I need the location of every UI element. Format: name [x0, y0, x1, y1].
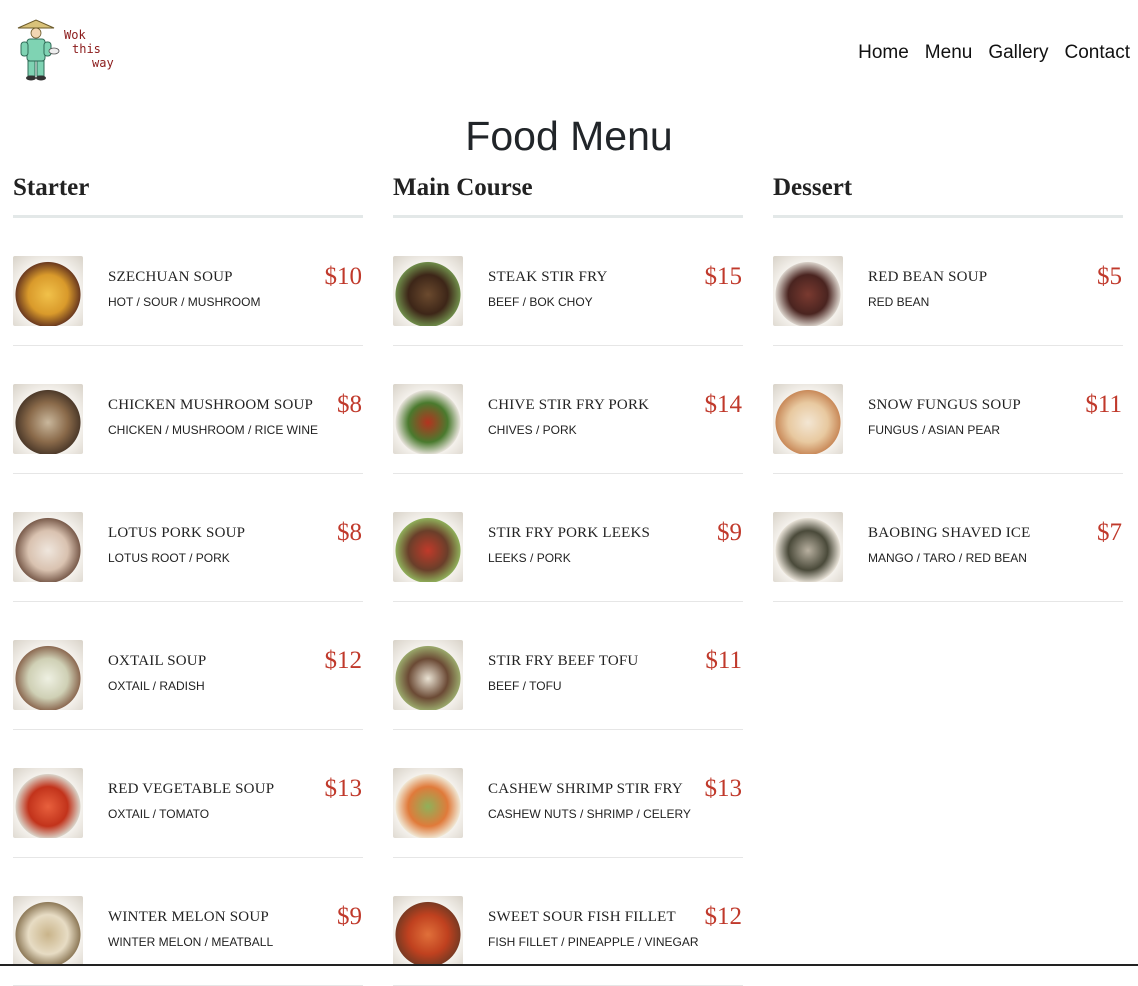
dish-photo [773, 384, 843, 454]
chef-figure-icon [17, 19, 60, 81]
dish-photo [13, 640, 83, 710]
dish-ingredients: MANGO / TARO / RED BEAN [868, 551, 1027, 565]
dish-price: $13 [324, 775, 363, 802]
dish-name: BAOBING SHAVED ICE [868, 525, 1031, 541]
menu-item: CASHEW SHRIMP STIR FRY CASHEW NUTS / SHRI… [393, 730, 743, 858]
dish-ingredients: BEEF / BOK CHOY [488, 295, 593, 309]
dish-name: STIR FRY BEEF TOFU [488, 653, 639, 669]
dish-price: $8 [337, 391, 362, 418]
page-title: Food Menu [465, 113, 673, 159]
dish-price: $13 [704, 775, 743, 802]
dish-price: $11 [705, 647, 742, 674]
logo-text-line1: Wok [64, 28, 86, 42]
dish-name: STIR FRY PORK LEEKS [488, 525, 651, 541]
dish-name: CHIVE STIR FRY PORK [488, 397, 650, 413]
dish-name: SNOW FUNGUS SOUP [868, 397, 1021, 413]
dish-price: $11 [1085, 391, 1122, 418]
dish-ingredients: OXTAIL / TOMATO [108, 807, 210, 821]
dish-photo [13, 256, 83, 326]
dish-ingredients: FUNGUS / ASIAN PEAR [868, 423, 1001, 437]
dish-price: $12 [704, 903, 743, 930]
dish-price: $15 [704, 263, 743, 290]
dish-photo [393, 256, 463, 326]
menu-section-main-course: Main Course STEAK STIR FRY BEEF / BOK CHO… [393, 170, 743, 986]
dish-price: $9 [337, 903, 362, 930]
dish-ingredients: HOT / SOUR / MUSHROOM [108, 295, 261, 309]
menu-item: LOTUS PORK SOUP LOTUS ROOT / PORK $8 [13, 474, 363, 602]
menu-item: CHIVE STIR FRY PORK CHIVES / PORK $14 [393, 346, 743, 474]
dish-name: CHICKEN MUSHROOM SOUP [108, 397, 314, 413]
dish-ingredients: WINTER MELON / MEATBALL [108, 935, 274, 949]
menu-item: STEAK STIR FRY BEEF / BOK CHOY $15 [393, 218, 743, 346]
dish-name: STEAK STIR FRY [488, 269, 608, 285]
site-header: Wok this way Home Menu Gallery Contact [0, 0, 1138, 105]
dish-photo [393, 640, 463, 710]
dish-ingredients: LEEKS / PORK [488, 551, 571, 565]
dish-name: RED BEAN SOUP [868, 269, 988, 285]
dish-price: $10 [324, 263, 363, 290]
dish-photo [393, 896, 463, 966]
menu-item: BAOBING SHAVED ICE MANGO / TARO / RED BEA… [773, 474, 1123, 602]
section-title: Starter [13, 174, 90, 201]
nav-home-link[interactable]: Home [858, 42, 909, 64]
main-nav: Home Menu Gallery Contact [858, 42, 1130, 64]
dish-name: RED VEGETABLE SOUP [108, 781, 275, 797]
dish-photo [393, 768, 463, 838]
nav-gallery-link[interactable]: Gallery [988, 42, 1048, 64]
brand-logo[interactable]: Wok this way [12, 18, 122, 84]
logo-text-line3: way [92, 56, 114, 70]
menu-item: SWEET SOUR FISH FILLET FISH FILLET / PINE… [393, 858, 743, 986]
dish-ingredients: LOTUS ROOT / PORK [108, 551, 230, 565]
menu-item: SNOW FUNGUS SOUP FUNGUS / ASIAN PEAR $11 [773, 346, 1123, 474]
dish-name: LOTUS PORK SOUP [108, 525, 246, 541]
dish-ingredients: CHIVES / PORK [488, 423, 577, 437]
dish-photo [13, 512, 83, 582]
dish-photo [393, 512, 463, 582]
menu-item: RED BEAN SOUP RED BEAN $5 [773, 218, 1123, 346]
dish-name: CASHEW SHRIMP STIR FRY [488, 781, 683, 797]
dish-name: WINTER MELON SOUP [108, 909, 269, 925]
logo-text-line2: this [72, 42, 101, 56]
nav-contact-link[interactable]: Contact [1065, 42, 1130, 64]
dish-price: $14 [704, 391, 743, 418]
menu-item: STIR FRY PORK LEEKS LEEKS / PORK $9 [393, 474, 743, 602]
menu-item: STIR FRY BEEF TOFU BEEF / TOFU $11 [393, 602, 743, 730]
dish-ingredients: CASHEW NUTS / SHRIMP / CELERY [488, 807, 691, 821]
dish-ingredients: FISH FILLET / PINEAPPLE / VINEGAR [488, 935, 699, 949]
dish-photo [393, 384, 463, 454]
menu-item: SZECHUAN SOUP HOT / SOUR / MUSHROOM $10 [13, 218, 363, 346]
dish-price: $7 [1097, 519, 1122, 546]
dish-price: $8 [337, 519, 362, 546]
dish-price: $12 [324, 647, 363, 674]
menu-item-list: SZECHUAN SOUP HOT / SOUR / MUSHROOM $10 CHI… [13, 218, 363, 986]
dish-ingredients: CHICKEN / MUSHROOM / RICE WINE [108, 423, 319, 437]
menu-section-dessert: Dessert RED BEAN SOUP RED BEAN $5 SNOW FUNG… [773, 170, 1123, 602]
dish-ingredients: BEEF / TOFU [488, 679, 562, 693]
dish-photo [13, 896, 83, 966]
menu-item: CHICKEN MUSHROOM SOUP CHICKEN / MUSHROOM … [13, 346, 363, 474]
dish-name: SWEET SOUR FISH FILLET [488, 909, 676, 925]
menu-item: WINTER MELON SOUP WINTER MELON / MEATBALL… [13, 858, 363, 986]
menu-item-list: STEAK STIR FRY BEEF / BOK CHOY $15 CHIVE ST… [393, 218, 743, 986]
dish-photo [773, 512, 843, 582]
dish-price: $9 [717, 519, 742, 546]
menu-item-list: RED BEAN SOUP RED BEAN $5 SNOW FUNGUS SOUP F… [773, 218, 1123, 602]
dish-price: $5 [1097, 263, 1122, 290]
dish-ingredients: RED BEAN [868, 295, 930, 309]
dish-photo [773, 256, 843, 326]
nav-menu-link[interactable]: Menu [925, 42, 973, 64]
dish-name: SZECHUAN SOUP [108, 269, 233, 285]
dish-photo [13, 768, 83, 838]
menu-item: RED VEGETABLE SOUP OXTAIL / TOMATO $13 [13, 730, 363, 858]
menu-item: OXTAIL SOUP OXTAIL / RADISH $12 [13, 602, 363, 730]
dish-photo [13, 384, 83, 454]
dish-ingredients: OXTAIL / RADISH [108, 679, 205, 693]
section-title: Main Course [393, 174, 533, 201]
menu-section-starter: Starter SZECHUAN SOUP HOT / SOUR / MUSHRO… [13, 170, 363, 986]
section-title: Dessert [773, 174, 853, 201]
dish-name: OXTAIL SOUP [108, 653, 207, 669]
